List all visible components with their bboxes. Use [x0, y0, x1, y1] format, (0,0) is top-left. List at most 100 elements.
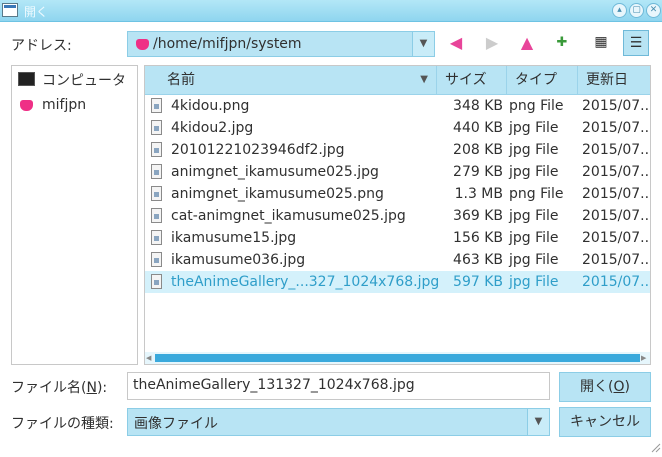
title-bar: 開く ▴ ▢ ✕: [0, 0, 662, 22]
icon-view-button[interactable]: ▦: [588, 30, 614, 56]
file-size: 208 KB: [453, 142, 503, 158]
image-file-icon: [151, 230, 162, 245]
cancel-button[interactable]: キャンセル: [559, 407, 651, 437]
file-modified: 2015/07...: [582, 274, 651, 290]
column-modified[interactable]: 更新日: [578, 66, 650, 94]
file-name: ikamusume15.jpg: [171, 230, 297, 246]
image-file-icon: [151, 142, 162, 157]
file-modified: 2015/07...: [582, 142, 651, 158]
horizontal-scrollbar[interactable]: ◀ ▶: [145, 352, 650, 364]
file-modified: 2015/07...: [582, 186, 651, 202]
file-size: 156 KB: [453, 230, 503, 246]
file-name: 20101221023946df2.jpg: [171, 142, 345, 158]
file-type: jpg File: [509, 208, 559, 224]
back-arrow-icon[interactable]: ◀: [447, 34, 465, 52]
detail-view-button[interactable]: ☰: [623, 30, 649, 56]
image-file-icon: [151, 120, 162, 135]
file-name: animgnet_ikamusume025.png: [171, 186, 384, 202]
parent-folder-arrow-icon[interactable]: ▲: [518, 34, 536, 52]
file-modified: 2015/07...: [582, 252, 651, 268]
close-button[interactable]: ✕: [646, 3, 661, 18]
address-path: /home/mifjpn/system: [153, 36, 302, 52]
chevron-down-icon[interactable]: ▼: [527, 409, 549, 435]
column-type-label: タイプ: [515, 72, 557, 88]
chevron-down-icon[interactable]: ▼: [412, 32, 434, 56]
file-name: theAnimeGallery_...327_1024x768.jpg: [171, 274, 440, 290]
file-row[interactable]: 4kidou.png 348 KB png File 2015/07...: [145, 95, 650, 117]
resize-grip-icon[interactable]: [651, 441, 661, 453]
image-file-icon: [151, 98, 162, 113]
file-modified: 2015/07...: [582, 230, 651, 246]
file-modified: 2015/07...: [582, 98, 651, 114]
places-panel: コンピュータ mifjpn: [11, 65, 138, 365]
shade-button[interactable]: ▴: [612, 3, 627, 18]
scroll-left-icon[interactable]: ◀: [146, 354, 151, 362]
column-size-label: サイズ: [445, 72, 487, 88]
address-combobox[interactable]: /home/mifjpn/system ▼: [127, 31, 435, 57]
file-list[interactable]: 名前 ▼ サイズ タイプ 更新日 4kidou.png 348 KB png Fil…: [144, 65, 651, 365]
filetype-value: 画像ファイル: [134, 416, 218, 432]
file-size: 440 KB: [453, 120, 503, 136]
file-name: cat-animgnet_ikamusume025.jpg: [171, 208, 406, 224]
file-modified: 2015/07...: [582, 208, 651, 224]
file-size: 1.3 MB: [454, 186, 503, 202]
image-file-icon: [151, 252, 162, 267]
file-name: 4kidou2.jpg: [171, 120, 254, 136]
column-size[interactable]: サイズ: [437, 66, 507, 94]
place-label: コンピュータ: [42, 73, 126, 89]
file-row[interactable]: 20101221023946df2.jpg 208 KB jpg File 2015/…: [145, 139, 650, 161]
image-file-icon: [151, 186, 162, 201]
scrollbar-thumb[interactable]: [155, 354, 640, 362]
home-folder-icon: [20, 100, 33, 111]
file-type: jpg File: [509, 164, 559, 180]
address-label: アドレス:: [11, 38, 72, 54]
filename-input[interactable]: theAnimeGallery_131327_1024x768.jpg: [127, 372, 550, 400]
file-name: ikamusume036.jpg: [171, 252, 306, 268]
filetype-combobox[interactable]: 画像ファイル ▼: [127, 408, 550, 436]
scroll-right-icon[interactable]: ▶: [641, 354, 646, 362]
file-size: 463 KB: [453, 252, 503, 268]
column-type[interactable]: タイプ: [507, 66, 578, 94]
column-name[interactable]: 名前 ▼: [145, 66, 437, 94]
window-icon: [2, 3, 18, 17]
file-modified: 2015/07...: [582, 120, 651, 136]
filename-label: ファイル名(N):: [11, 380, 108, 396]
column-name-label: 名前: [167, 72, 195, 88]
computer-icon: [18, 72, 35, 86]
file-type: png File: [509, 186, 564, 202]
file-modified: 2015/07...: [582, 164, 651, 180]
file-size: 279 KB: [453, 164, 503, 180]
file-row[interactable]: theAnimeGallery_...327_1024x768.jpg 597 K…: [145, 271, 650, 293]
file-size: 597 KB: [453, 274, 503, 290]
file-type: jpg File: [509, 120, 559, 136]
maximize-button[interactable]: ▢: [629, 3, 644, 18]
file-row[interactable]: cat-animgnet_ikamusume025.jpg 369 KB jpg F…: [145, 205, 650, 227]
file-row[interactable]: ikamusume036.jpg 463 KB jpg File 2015/07...: [145, 249, 650, 271]
file-name: animgnet_ikamusume025.jpg: [171, 164, 379, 180]
open-button[interactable]: 開く(O): [559, 372, 651, 402]
file-row[interactable]: 4kidou2.jpg 440 KB jpg File 2015/07...: [145, 117, 650, 139]
window-title: 開く: [24, 5, 49, 19]
filetype-label: ファイルの種類:: [11, 416, 114, 432]
file-row[interactable]: ikamusume15.jpg 156 KB jpg File 2015/07...: [145, 227, 650, 249]
file-type: jpg File: [509, 230, 559, 246]
image-file-icon: [151, 208, 162, 223]
forward-arrow-icon[interactable]: ▶: [483, 34, 501, 52]
column-modified-label: 更新日: [586, 72, 628, 88]
file-type: jpg File: [509, 142, 559, 158]
file-size: 369 KB: [453, 208, 503, 224]
place-label: mifjpn: [42, 97, 87, 113]
file-name: 4kidou.png: [171, 98, 250, 114]
column-header: 名前 ▼ サイズ タイプ 更新日: [145, 66, 650, 95]
image-file-icon: [151, 274, 162, 289]
folder-heart-icon: [136, 39, 149, 50]
sort-arrow-icon: ▼: [420, 74, 428, 85]
file-type: jpg File: [509, 274, 559, 290]
file-row[interactable]: animgnet_ikamusume025.jpg 279 KB jpg File 2…: [145, 161, 650, 183]
new-folder-icon[interactable]: ✚: [553, 34, 571, 52]
file-type: png File: [509, 98, 564, 114]
file-row[interactable]: animgnet_ikamusume025.png 1.3 MB png File 2…: [145, 183, 650, 205]
file-type: jpg File: [509, 252, 559, 268]
file-size: 348 KB: [453, 98, 503, 114]
image-file-icon: [151, 164, 162, 179]
